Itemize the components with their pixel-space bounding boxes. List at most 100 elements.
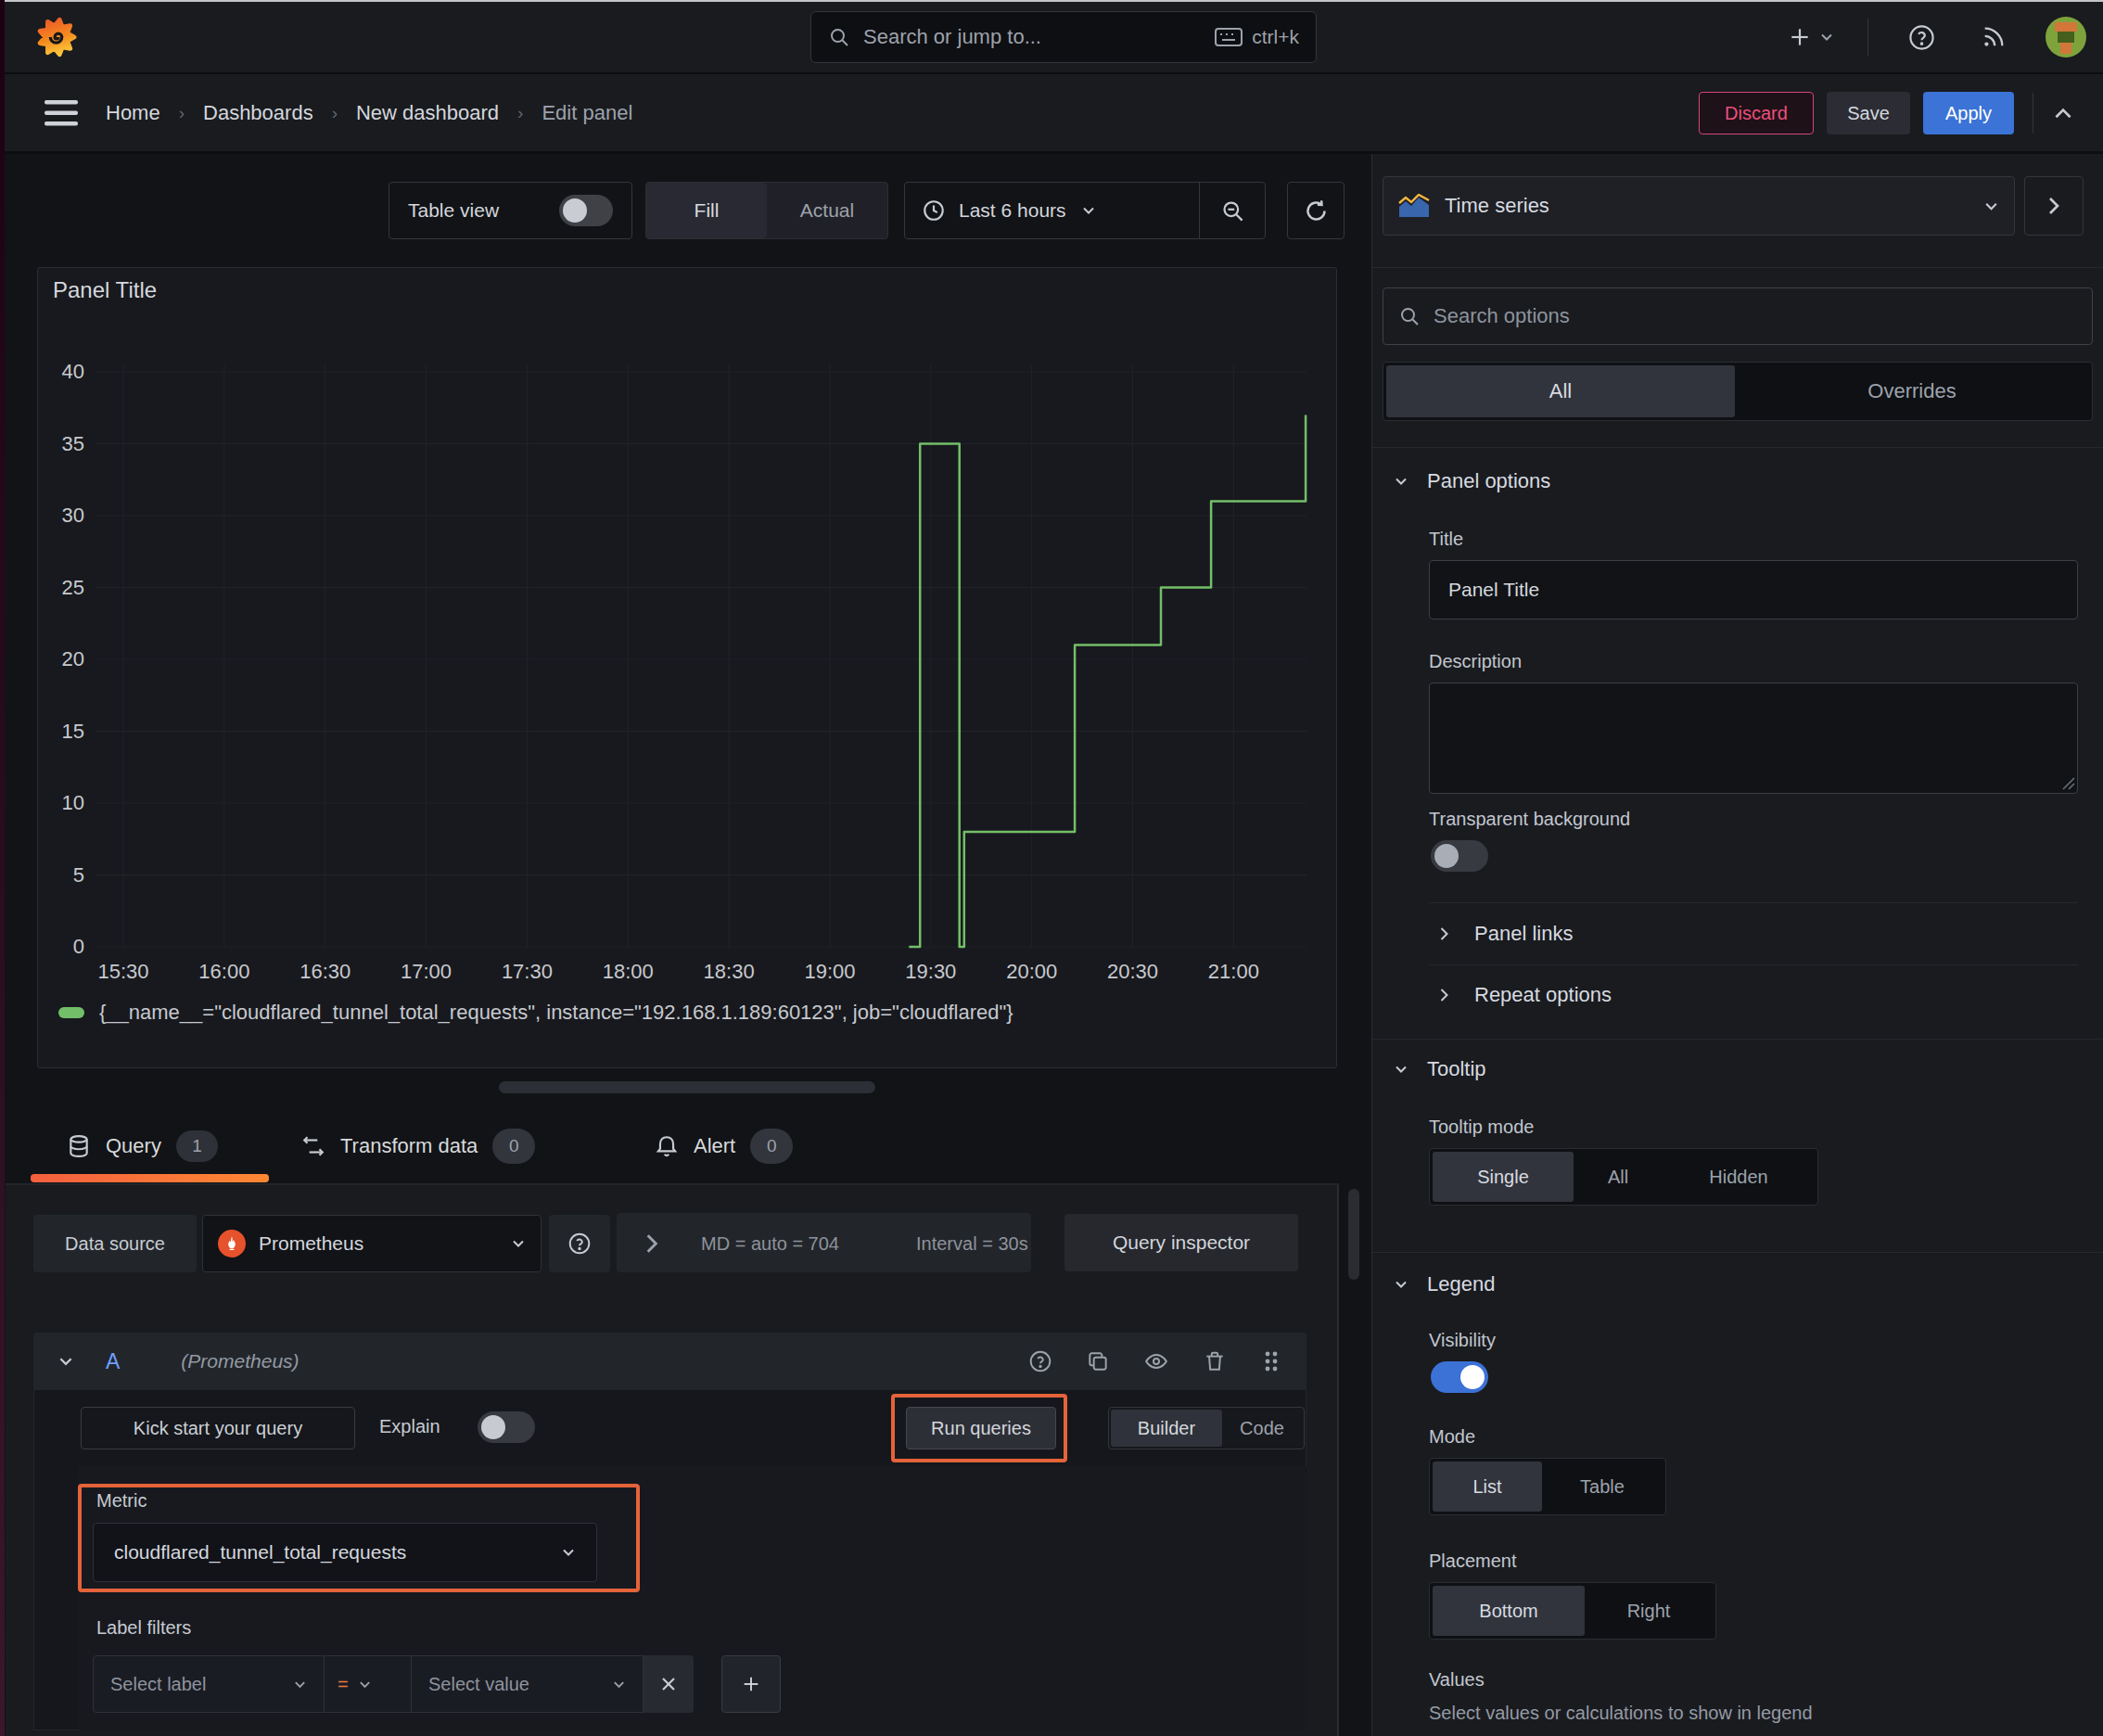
svg-text:20: 20 (62, 647, 84, 670)
collapse-button[interactable] (2051, 102, 2075, 126)
tab-alert-label: Alert (694, 1134, 735, 1158)
table-view-control[interactable]: Table view (389, 182, 632, 239)
select-label-dropdown[interactable]: Select label (93, 1655, 325, 1713)
resize-grip-icon[interactable] (2062, 777, 2075, 790)
mode-list[interactable]: List (1433, 1462, 1542, 1512)
tab-alert-count: 0 (750, 1129, 793, 1164)
svg-text:17:00: 17:00 (401, 960, 452, 983)
zoom-out-button[interactable] (1200, 183, 1265, 238)
breadcrumb-new-dashboard[interactable]: New dashboard (356, 101, 499, 125)
grafana-logo[interactable] (35, 15, 78, 59)
transparent-bg-toggle[interactable] (1431, 840, 1488, 872)
placement-bottom[interactable]: Bottom (1433, 1586, 1585, 1636)
save-button[interactable]: Save (1827, 92, 1910, 134)
tab-transform[interactable]: Transform data 0 (301, 1120, 535, 1172)
remove-filter-button[interactable] (644, 1655, 694, 1713)
datasource-picker[interactable]: Prometheus (202, 1215, 542, 1272)
repeat-options-title: Repeat options (1474, 983, 1612, 1007)
fill-option[interactable]: Fill (646, 183, 767, 238)
hide-query-icon[interactable] (1143, 1349, 1169, 1373)
chevron-right-icon (1438, 987, 1450, 1003)
add-filter-button[interactable] (721, 1655, 781, 1713)
svg-text:20:30: 20:30 (1107, 960, 1158, 983)
time-picker: Last 6 hours (904, 182, 1266, 239)
mode-label: Mode (1429, 1426, 1475, 1448)
query-help-icon[interactable] (1028, 1349, 1052, 1373)
tab-overrides[interactable]: Overrides (1735, 365, 2089, 417)
legend-header[interactable]: Legend (1394, 1263, 1495, 1306)
options-divider (1429, 902, 2078, 903)
panel-links-title: Panel links (1474, 922, 1573, 946)
svg-text:35: 35 (62, 432, 84, 455)
delete-query-icon[interactable] (1203, 1349, 1227, 1373)
select-value-dropdown[interactable]: Select value (412, 1655, 644, 1713)
help-button[interactable] (1908, 24, 1935, 51)
tooltip-header[interactable]: Tooltip (1394, 1048, 1486, 1091)
time-range-button[interactable]: Last 6 hours (905, 183, 1199, 238)
tooltip-mode-hidden[interactable]: Hidden (1663, 1152, 1815, 1202)
query-row-body: Kick start your query Explain Run querie… (33, 1390, 1306, 1730)
help-icon (567, 1232, 592, 1256)
chart-legend[interactable]: {__name__="cloudflared_tunnel_total_requ… (58, 1001, 1013, 1025)
code-option[interactable]: Code (1222, 1410, 1302, 1447)
pane-scrollbar-thumb[interactable] (1348, 1189, 1359, 1280)
placement-right[interactable]: Right (1585, 1586, 1713, 1636)
mode-table[interactable]: Table (1542, 1462, 1663, 1512)
global-search[interactable]: Search or jump to... ctrl+k (810, 11, 1317, 63)
tab-all[interactable]: All (1386, 365, 1735, 417)
description-field-label: Description (1429, 651, 1522, 672)
tab-alert[interactable]: Alert 0 (655, 1120, 793, 1172)
tooltip-mode-single[interactable]: Single (1433, 1152, 1574, 1202)
scroll-handle[interactable] (499, 1081, 875, 1093)
drag-handle-icon[interactable] (1260, 1349, 1282, 1373)
metric-highlight (78, 1484, 640, 1592)
panel-description-input[interactable] (1429, 683, 2078, 794)
kickstart-button[interactable]: Kick start your query (81, 1407, 355, 1449)
query-row-header[interactable]: A (Prometheus) (33, 1333, 1306, 1390)
explain-label: Explain (379, 1416, 440, 1437)
refresh-icon (1304, 198, 1329, 223)
table-view-toggle[interactable] (559, 195, 613, 226)
refresh-button[interactable] (1287, 182, 1345, 239)
news-button[interactable] (1981, 24, 2007, 50)
viz-picker[interactable]: Time series (1383, 176, 2015, 236)
select-value-placeholder: Select value (428, 1674, 612, 1695)
tab-query[interactable]: Query 1 (67, 1120, 218, 1172)
discard-button[interactable]: Discard (1699, 92, 1814, 134)
explain-toggle[interactable] (478, 1411, 535, 1443)
user-avatar[interactable] (2046, 17, 2086, 57)
svg-text:21:00: 21:00 (1208, 960, 1259, 983)
chevron-down-icon (293, 1678, 307, 1691)
visibility-toggle[interactable] (1431, 1361, 1488, 1393)
chevron-right-icon (2046, 195, 2062, 217)
menu-toggle[interactable] (45, 98, 78, 128)
breadcrumb-dashboards[interactable]: Dashboards (203, 101, 313, 125)
sidebar-divider (1372, 447, 2103, 448)
flame-icon (223, 1235, 240, 1252)
builder-option[interactable]: Builder (1111, 1410, 1222, 1447)
row-expand-chevron[interactable] (644, 1232, 660, 1256)
tooltip-mode-all[interactable]: All (1574, 1152, 1663, 1202)
repeat-options-section[interactable]: Repeat options (1438, 974, 1612, 1016)
toggle-viz-pane-button[interactable] (2024, 176, 2084, 236)
tab-query-count: 1 (176, 1130, 218, 1162)
run-queries-button[interactable]: Run queries (906, 1407, 1056, 1449)
time-range-label: Last 6 hours (959, 199, 1066, 222)
active-tab-underline (31, 1174, 269, 1182)
datasource-help-button[interactable] (549, 1215, 610, 1272)
label-filters-label: Label filters (96, 1617, 191, 1639)
help-icon (1908, 24, 1935, 51)
operator-dropdown[interactable]: = (325, 1655, 412, 1713)
actual-option[interactable]: Actual (767, 183, 887, 238)
svg-text:18:00: 18:00 (603, 960, 654, 983)
panel-options-header[interactable]: Panel options (1394, 460, 1550, 503)
query-inspector-button[interactable]: Query inspector (1064, 1214, 1298, 1271)
add-button[interactable] (1788, 19, 1834, 56)
close-icon (659, 1675, 678, 1693)
duplicate-query-icon[interactable] (1086, 1349, 1110, 1373)
apply-button[interactable]: Apply (1923, 92, 2014, 134)
options-search[interactable]: Search options (1383, 287, 2093, 345)
breadcrumb-home[interactable]: Home (106, 101, 160, 125)
panel-links-section[interactable]: Panel links (1438, 913, 1573, 955)
panel-title-input[interactable] (1429, 560, 2078, 619)
